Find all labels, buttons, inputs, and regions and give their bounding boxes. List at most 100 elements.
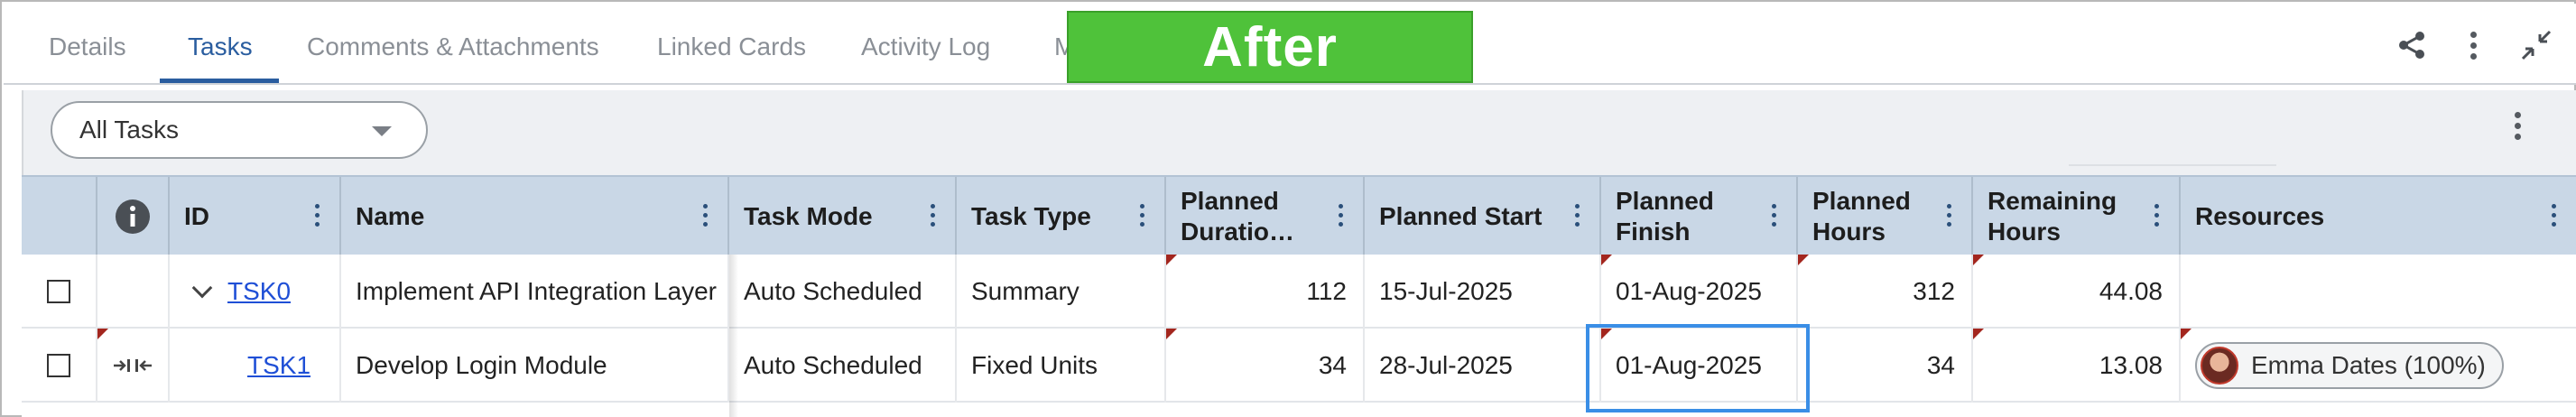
row-checkbox[interactable]	[47, 280, 70, 303]
change-marker	[1798, 255, 1809, 265]
header-planned-finish[interactable]: Planned Finish	[1601, 177, 1798, 256]
task-id-link[interactable]: TSK0	[227, 277, 291, 306]
column-menu-icon[interactable]	[2552, 204, 2556, 227]
planned-hours-value: 312	[1913, 277, 1955, 305]
header-info	[97, 177, 170, 256]
planned-duration-cell: 112	[1166, 255, 1365, 329]
planned-hours-cell: 34	[1798, 329, 1973, 403]
split-task-icon	[114, 359, 152, 372]
change-marker	[1601, 255, 1612, 265]
tab-tasks[interactable]: Tasks	[188, 32, 253, 61]
remaining-hours-value: 44.08	[2099, 277, 2163, 305]
remaining-hours-cell: 44.08	[1973, 255, 2181, 329]
task-mode-cell: Auto Scheduled	[729, 255, 957, 329]
planned-finish-value: 01-Aug-2025	[1616, 277, 1762, 305]
frozen-column-shadow	[729, 255, 738, 417]
column-menu-icon[interactable]	[931, 204, 935, 227]
header-name[interactable]: Name	[341, 177, 729, 256]
column-menu-icon[interactable]	[703, 204, 708, 227]
row-indicator-cell	[97, 255, 170, 329]
header-id[interactable]: ID	[170, 177, 341, 256]
share-icon[interactable]	[2394, 27, 2430, 63]
row-select-cell	[22, 255, 97, 329]
collapse-icon[interactable]	[2518, 27, 2554, 63]
avatar	[2201, 347, 2238, 385]
task-type-cell: Summary	[957, 255, 1166, 329]
task-type-cell: Fixed Units	[957, 329, 1166, 403]
card-panel: Details Tasks Comments & Attachments Lin…	[0, 0, 2576, 417]
header-planned-hours-label: Planned Hours	[1812, 187, 1911, 246]
table-row[interactable]: TSK1 Develop Login Module Auto Scheduled…	[22, 329, 2576, 403]
name-cell: Develop Login Module	[341, 329, 729, 403]
id-cell: TSK1	[170, 329, 341, 403]
resources-cell	[2181, 255, 2576, 329]
header-planned-hours[interactable]: Planned Hours	[1798, 177, 1973, 256]
kebab-menu-icon[interactable]	[2455, 27, 2491, 63]
tab-comments-attachments[interactable]: Comments & Attachments	[307, 32, 599, 61]
header-remaining-hours-label: Remaining Hours	[1988, 187, 2117, 246]
after-banner: After	[1067, 11, 1473, 83]
resource-chip[interactable]: Emma Dates (100%)	[2195, 342, 2504, 389]
resources-cell: Emma Dates (100%)	[2181, 329, 2576, 403]
planned-hours-value: 34	[1926, 351, 1955, 379]
change-marker	[1166, 329, 1177, 339]
header-task-mode-label: Task Mode	[744, 202, 873, 230]
planned-hours-cell: 312	[1798, 255, 1973, 329]
planned-duration-value: 34	[1318, 351, 1347, 379]
header-remaining-hours[interactable]: Remaining Hours	[1973, 177, 2181, 256]
tab-activity-log[interactable]: Activity Log	[861, 32, 990, 61]
id-cell: TSK0	[170, 255, 341, 329]
header-resources-label: Resources	[2195, 202, 2325, 230]
header-select-all	[22, 177, 97, 256]
column-menu-icon[interactable]	[1947, 204, 1951, 227]
chevron-down-icon	[372, 126, 392, 136]
tab-linked-cards[interactable]: Linked Cards	[657, 32, 806, 61]
column-menu-icon[interactable]	[1772, 204, 1776, 227]
header-planned-start-label: Planned Start	[1379, 202, 1543, 230]
tab-details[interactable]: Details	[49, 32, 126, 61]
header-task-type[interactable]: Task Type	[957, 177, 1166, 256]
task-id-link[interactable]: TSK1	[247, 351, 310, 380]
row-indicator-cell	[97, 329, 170, 403]
column-menu-icon[interactable]	[1575, 204, 1580, 227]
grid-header-row: ID Name Task Mode Task Type Planned Dura…	[22, 175, 2576, 256]
row-checkbox[interactable]	[47, 354, 70, 377]
column-menu-icon[interactable]	[315, 204, 320, 227]
column-menu-icon[interactable]	[1140, 204, 1144, 227]
change-marker	[1166, 255, 1177, 265]
info-icon	[116, 199, 150, 234]
change-marker	[97, 329, 108, 339]
expand-chevron-icon[interactable]	[191, 277, 213, 299]
header-planned-duration-label: Planned Duratio…	[1181, 187, 1294, 246]
remaining-hours-value: 13.08	[2099, 351, 2163, 379]
planned-start-cell: 28-Jul-2025	[1365, 329, 1601, 403]
column-menu-icon[interactable]	[1339, 204, 1343, 227]
task-mode-cell: Auto Scheduled	[729, 329, 957, 403]
resource-chip-label: Emma Dates (100%)	[2251, 351, 2486, 379]
grid-options-kebab-icon[interactable]	[2504, 108, 2531, 152]
active-tab-indicator	[160, 79, 279, 83]
header-task-mode[interactable]: Task Mode	[729, 177, 957, 256]
change-marker	[1973, 255, 1984, 265]
task-filter-value: All Tasks	[79, 116, 179, 144]
header-resources[interactable]: Resources	[2181, 177, 2576, 256]
planned-finish-cell: 01-Aug-2025	[1601, 255, 1798, 329]
header-name-label: Name	[356, 202, 425, 230]
task-filter-select[interactable]: All Tasks	[51, 101, 428, 159]
header-task-type-label: Task Type	[971, 202, 1091, 230]
header-planned-start[interactable]: Planned Start	[1365, 177, 1601, 256]
column-menu-icon[interactable]	[2154, 204, 2159, 227]
change-marker	[2181, 329, 2191, 339]
name-cell: Implement API Integration Layer	[341, 255, 729, 329]
tasks-grid: ID Name Task Mode Task Type Planned Dura…	[22, 175, 2576, 417]
header-planned-finish-label: Planned Finish	[1616, 187, 1714, 246]
header-planned-duration[interactable]: Planned Duratio…	[1166, 177, 1365, 256]
remaining-hours-cell: 13.08	[1973, 329, 2181, 403]
divider	[2069, 164, 2276, 166]
planned-duration-cell: 34	[1166, 329, 1365, 403]
planned-start-cell: 15-Jul-2025	[1365, 255, 1601, 329]
row-select-cell	[22, 329, 97, 403]
table-row[interactable]: TSK0 Implement API Integration Layer Aut…	[22, 255, 2576, 329]
planned-duration-value: 112	[1306, 277, 1347, 305]
selected-cell-highlight	[1586, 324, 1810, 412]
